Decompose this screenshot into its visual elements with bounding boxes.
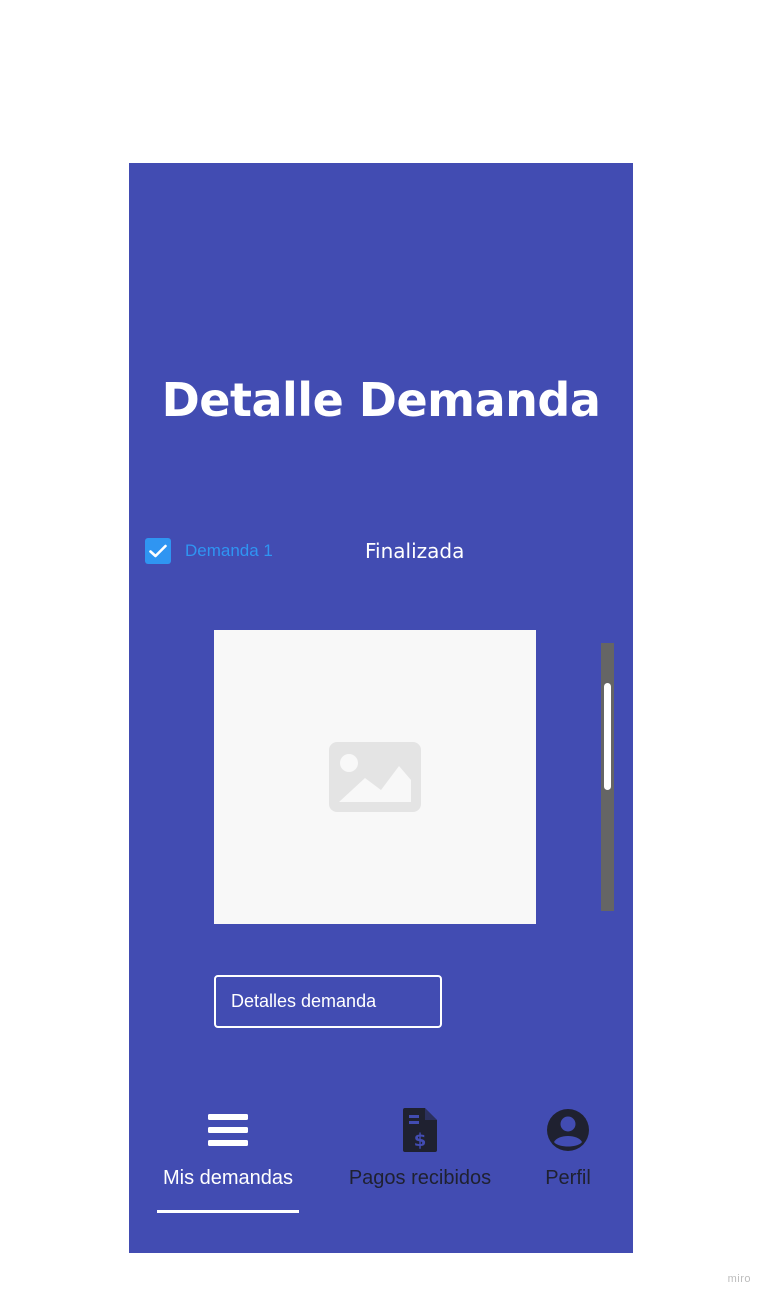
screen-frame: Detalle Demanda Demanda 1 Finalizada Det…: [129, 163, 633, 1253]
demand-image: [214, 630, 536, 924]
miro-watermark: miro: [727, 1273, 751, 1285]
demand-checkbox-label[interactable]: Demanda 1: [185, 540, 273, 562]
account-circle-icon: [546, 1108, 590, 1152]
nav-item-perfil[interactable]: Perfil: [529, 1108, 607, 1190]
active-tab-indicator: [157, 1210, 299, 1213]
page-title: Detalle Demanda: [161, 373, 601, 427]
nav-label-perfil: Perfil: [545, 1167, 591, 1189]
nav-item-pagos-recibidos[interactable]: $ Pagos recibidos: [341, 1108, 499, 1190]
scrollbar-thumb[interactable]: [604, 683, 611, 790]
invoice-dollar-icon: $: [403, 1108, 437, 1152]
demand-status: Finalizada: [365, 539, 465, 563]
svg-text:$: $: [414, 1130, 427, 1151]
demand-checkbox[interactable]: [145, 538, 171, 564]
nav-item-mis-demandas[interactable]: Mis demandas: [157, 1108, 299, 1190]
nav-label-mis-demandas: Mis demandas: [162, 1167, 294, 1189]
image-placeholder-icon: [329, 742, 421, 812]
checkmark-icon: [149, 544, 167, 558]
menu-icon: [208, 1108, 248, 1152]
vertical-scrollbar[interactable]: [601, 643, 614, 911]
nav-label-pagos-recibidos: Pagos recibidos: [348, 1167, 492, 1189]
details-demand-button[interactable]: Detalles demanda: [214, 975, 442, 1028]
